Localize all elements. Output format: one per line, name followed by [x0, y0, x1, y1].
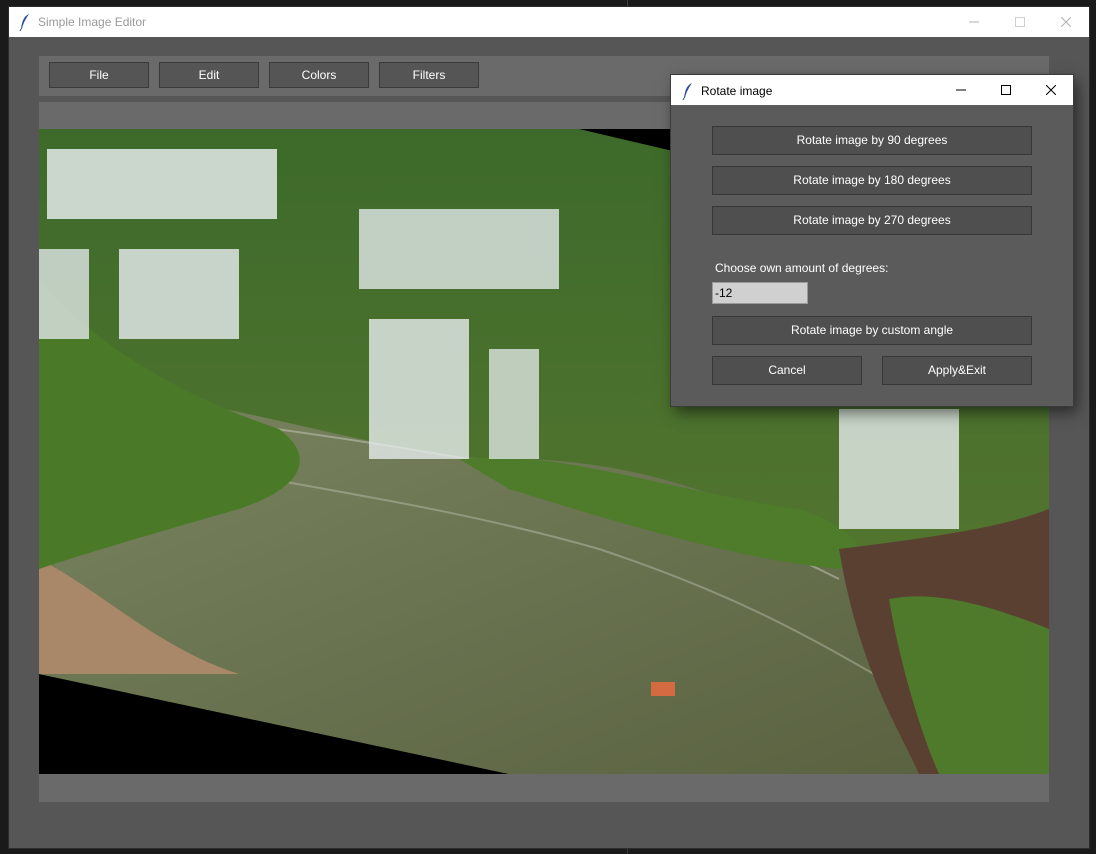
rotate-90-button[interactable]: Rotate image by 90 degrees [712, 126, 1032, 155]
edit-menu-button[interactable]: Edit [159, 62, 259, 88]
custom-degrees-label: Choose own amount of degrees: [715, 261, 889, 275]
close-icon [1061, 17, 1071, 27]
maximize-icon [1015, 17, 1025, 27]
rotate-180-button[interactable]: Rotate image by 180 degrees [712, 166, 1032, 195]
minimize-icon [956, 89, 966, 91]
maximize-button[interactable] [997, 7, 1043, 37]
custom-degrees-input[interactable] [712, 282, 808, 304]
window-title: Simple Image Editor [38, 15, 147, 29]
close-icon [1046, 85, 1056, 95]
apply-exit-button[interactable]: Apply&Exit [882, 356, 1032, 385]
dialog-title: Rotate image [701, 84, 773, 98]
minimize-button[interactable] [951, 7, 997, 37]
filters-menu-button[interactable]: Filters [379, 62, 479, 88]
dialog-minimize-button[interactable] [939, 75, 983, 105]
colors-menu-button[interactable]: Colors [269, 62, 369, 88]
cancel-button[interactable]: Cancel [712, 356, 862, 385]
main-titlebar[interactable]: Simple Image Editor [9, 7, 1089, 37]
dialog-maximize-button[interactable] [984, 75, 1028, 105]
rotate-270-button[interactable]: Rotate image by 270 degrees [712, 206, 1032, 235]
close-button[interactable] [1043, 7, 1089, 37]
minimize-icon [969, 21, 979, 23]
file-menu-button[interactable]: File [49, 62, 149, 88]
rotate-dialog: Rotate image Rotate image by 90 degrees … [671, 75, 1073, 406]
feather-icon [682, 83, 692, 100]
feather-icon [19, 14, 29, 31]
rotate-custom-button[interactable]: Rotate image by custom angle [712, 316, 1032, 345]
maximize-icon [1001, 85, 1011, 95]
dialog-titlebar[interactable]: Rotate image [671, 75, 1073, 105]
dialog-close-button[interactable] [1029, 75, 1073, 105]
